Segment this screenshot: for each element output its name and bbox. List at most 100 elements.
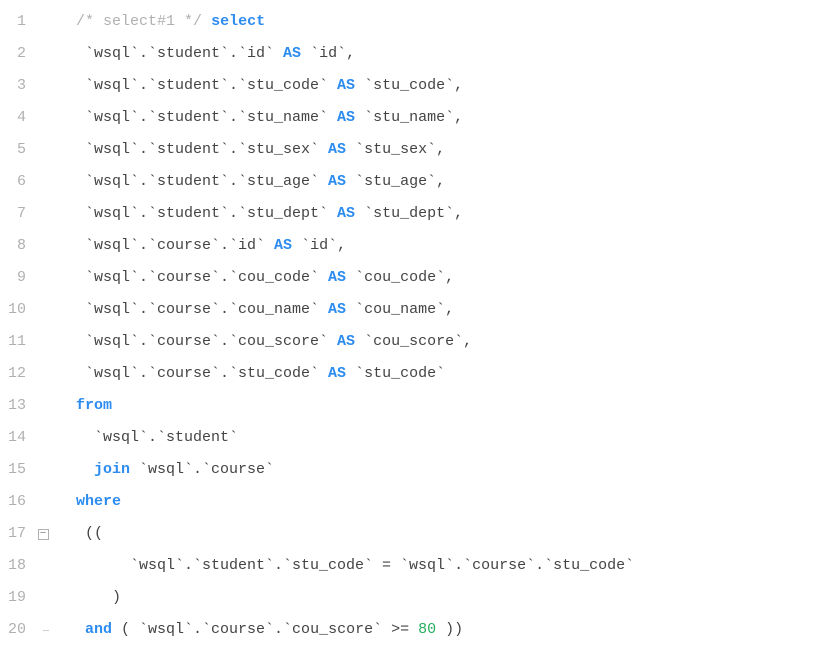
code-content[interactable]: ((: [52, 518, 103, 550]
line-number: 4: [0, 102, 34, 134]
code-line[interactable]: 1 /* select#1 */ select: [0, 6, 833, 38]
token-text: `wsql`.`course`.`id`: [58, 237, 274, 254]
code-content[interactable]: `wsql`.`course`.`cou_name` AS `cou_name`…: [52, 294, 454, 326]
token-keyword: AS: [328, 365, 346, 382]
code-line[interactable]: 14 `wsql`.`student`: [0, 422, 833, 454]
token-keyword: join: [94, 461, 130, 478]
code-line[interactable]: 5 `wsql`.`student`.`stu_sex` AS `stu_sex…: [0, 134, 833, 166]
token-text: `wsql`.`student`: [58, 429, 238, 446]
token-text: `stu_age`,: [346, 173, 445, 190]
code-content[interactable]: `wsql`.`course`.`cou_code` AS `cou_code`…: [52, 262, 454, 294]
token-keyword: AS: [283, 45, 301, 62]
code-editor[interactable]: 1 /* select#1 */ select2 `wsql`.`student…: [0, 0, 833, 646]
token-text: `wsql`.`student`.`stu_code` = `wsql`.`co…: [58, 557, 634, 574]
line-number: 1: [0, 6, 34, 38]
line-number: 7: [0, 198, 34, 230]
code-line[interactable]: 4 `wsql`.`student`.`stu_name` AS `stu_na…: [0, 102, 833, 134]
line-number: 16: [0, 486, 34, 518]
fold-gutter[interactable]: −: [34, 529, 52, 540]
code-content[interactable]: `wsql`.`student`.`stu_sex` AS `stu_sex`,: [52, 134, 445, 166]
code-content[interactable]: `wsql`.`course`.`cou_score` AS `cou_scor…: [52, 326, 472, 358]
token-keyword: AS: [337, 109, 355, 126]
token-text: `stu_sex`,: [346, 141, 445, 158]
code-line[interactable]: 18 `wsql`.`student`.`stu_code` = `wsql`.…: [0, 550, 833, 582]
token-text: `wsql`.`student`.`stu_age`: [58, 173, 328, 190]
code-line[interactable]: 6 `wsql`.`student`.`stu_age` AS `stu_age…: [0, 166, 833, 198]
line-number: 3: [0, 70, 34, 102]
token-text: `stu_code`: [346, 365, 445, 382]
code-line[interactable]: 10 `wsql`.`course`.`cou_name` AS `cou_na…: [0, 294, 833, 326]
token-text: `wsql`.`student`.`stu_code`: [58, 77, 337, 94]
code-line[interactable]: 15 join `wsql`.`course`: [0, 454, 833, 486]
line-number: 6: [0, 166, 34, 198]
token-text: `wsql`.`student`.`stu_sex`: [58, 141, 328, 158]
code-content[interactable]: `wsql`.`student`: [52, 422, 238, 454]
code-content[interactable]: and ( `wsql`.`course`.`cou_score` >= 80 …: [52, 614, 463, 646]
code-line[interactable]: 13 from: [0, 390, 833, 422]
token-keyword: AS: [274, 237, 292, 254]
token-text: `cou_name`,: [346, 301, 454, 318]
token-text: `stu_dept`,: [355, 205, 463, 222]
line-number: 11: [0, 326, 34, 358]
line-number: 15: [0, 454, 34, 486]
code-line[interactable]: 19 ): [0, 582, 833, 614]
token-keyword: AS: [328, 173, 346, 190]
code-line[interactable]: 17− ((: [0, 518, 833, 550]
line-number: 5: [0, 134, 34, 166]
token-text: ( `wsql`.`course`.`cou_score` >=: [112, 621, 418, 638]
code-content[interactable]: `wsql`.`student`.`stu_age` AS `stu_age`,: [52, 166, 445, 198]
token-text: `cou_score`,: [355, 333, 472, 350]
line-number: 12: [0, 358, 34, 390]
line-number: 13: [0, 390, 34, 422]
token-keyword: AS: [337, 205, 355, 222]
token-comment: /* select#1 */: [76, 13, 202, 30]
code-line[interactable]: 2 `wsql`.`student`.`id` AS `id`,: [0, 38, 833, 70]
line-number: 14: [0, 422, 34, 454]
line-number: 8: [0, 230, 34, 262]
code-content[interactable]: `wsql`.`student`.`id` AS `id`,: [52, 38, 355, 70]
code-line[interactable]: 8 `wsql`.`course`.`id` AS `id`,: [0, 230, 833, 262]
code-content[interactable]: ): [52, 582, 121, 614]
token-text: `stu_name`,: [355, 109, 463, 126]
code-content[interactable]: `wsql`.`student`.`stu_code` = `wsql`.`co…: [52, 550, 634, 582]
code-content[interactable]: `wsql`.`student`.`stu_name` AS `stu_name…: [52, 102, 463, 134]
code-content[interactable]: from: [52, 390, 112, 422]
code-content[interactable]: where: [52, 486, 121, 518]
code-line[interactable]: 16 where: [0, 486, 833, 518]
token-keyword: where: [76, 493, 121, 510]
line-number: 2: [0, 38, 34, 70]
code-content[interactable]: join `wsql`.`course`: [52, 454, 274, 486]
token-text: `wsql`.`course`.`stu_code`: [58, 365, 328, 382]
token-keyword: from: [76, 397, 112, 414]
fold-toggle-icon[interactable]: −: [38, 529, 49, 540]
code-line[interactable]: 11 `wsql`.`course`.`cou_score` AS `cou_s…: [0, 326, 833, 358]
token-text: `wsql`.`student`.`stu_dept`: [58, 205, 337, 222]
token-text: [58, 461, 94, 478]
token-keyword: AS: [328, 141, 346, 158]
code-content[interactable]: `wsql`.`student`.`stu_dept` AS `stu_dept…: [52, 198, 463, 230]
token-text: `wsql`.`course`.`cou_code`: [58, 269, 328, 286]
code-line[interactable]: 20 and ( `wsql`.`course`.`cou_score` >= …: [0, 614, 833, 646]
line-number: 9: [0, 262, 34, 294]
token-text: `id`,: [301, 45, 355, 62]
code-line[interactable]: 7 `wsql`.`student`.`stu_dept` AS `stu_de…: [0, 198, 833, 230]
token-text: `id`,: [292, 237, 346, 254]
code-line[interactable]: 12 `wsql`.`course`.`stu_code` AS `stu_co…: [0, 358, 833, 390]
token-text: [58, 493, 76, 510]
code-content[interactable]: `wsql`.`course`.`stu_code` AS `stu_code`: [52, 358, 445, 390]
token-text: [58, 13, 76, 30]
token-text: ): [58, 589, 121, 606]
token-keyword: AS: [328, 269, 346, 286]
token-text: `wsql`.`student`.`stu_name`: [58, 109, 337, 126]
code-content[interactable]: /* select#1 */ select: [52, 6, 265, 38]
code-line[interactable]: 9 `wsql`.`course`.`cou_code` AS `cou_cod…: [0, 262, 833, 294]
token-number: 80: [418, 621, 436, 638]
code-content[interactable]: `wsql`.`student`.`stu_code` AS `stu_code…: [52, 70, 463, 102]
code-content[interactable]: `wsql`.`course`.`id` AS `id`,: [52, 230, 346, 262]
line-number: 20: [0, 614, 34, 646]
token-keyword: AS: [337, 333, 355, 350]
token-keyword: AS: [328, 301, 346, 318]
code-line[interactable]: 3 `wsql`.`student`.`stu_code` AS `stu_co…: [0, 70, 833, 102]
line-number: 19: [0, 582, 34, 614]
token-text: ((: [58, 525, 103, 542]
